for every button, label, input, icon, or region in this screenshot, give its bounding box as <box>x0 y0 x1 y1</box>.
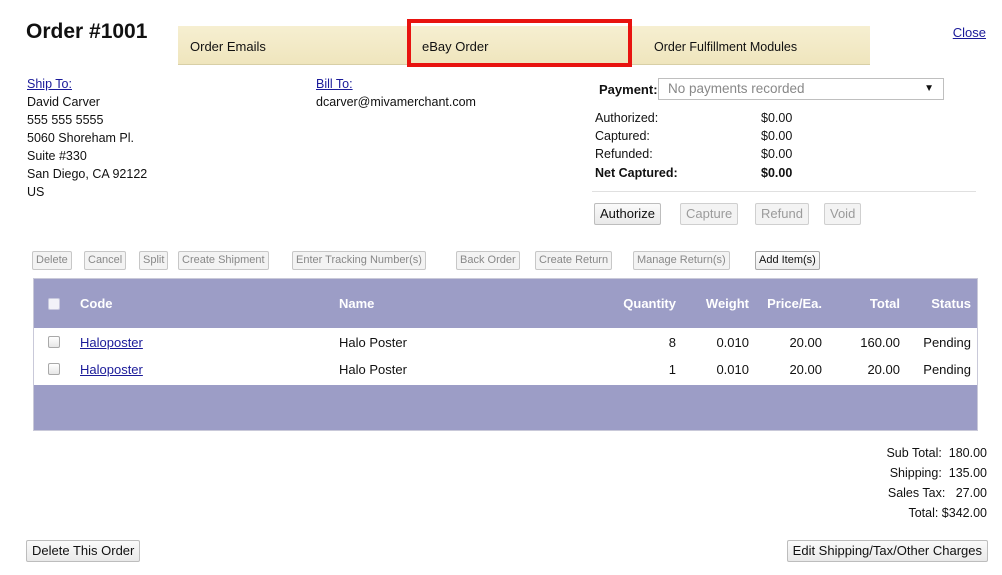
captured-label: Captured: <box>595 129 650 143</box>
header-name: Name <box>339 296 375 311</box>
net-captured-label: Net Captured: <box>595 166 678 180</box>
authorized-value: $0.00 <box>761 111 793 125</box>
item-name: Halo Poster <box>339 335 407 350</box>
header-status: Status <box>931 296 971 311</box>
net-captured-value: $0.00 <box>761 166 793 180</box>
ship-to-address2: Suite #330 <box>27 149 87 163</box>
item-total: 20.00 <box>867 362 900 377</box>
refunded-value: $0.00 <box>761 147 793 161</box>
payment-select-value: No payments recorded <box>668 81 805 96</box>
delete-order-button[interactable]: Delete This Order <box>26 540 141 562</box>
create-shipment-button[interactable]: Create Shipment <box>178 251 269 270</box>
enter-tracking-button[interactable]: Enter Tracking Number(s) <box>292 251 426 270</box>
item-price: 20.00 <box>789 362 822 377</box>
split-button[interactable]: Split <box>139 251 169 270</box>
header-total: Total <box>869 296 900 311</box>
add-items-button[interactable]: Add Item(s) <box>755 251 820 270</box>
authorized-label: Authorized: <box>595 111 659 125</box>
tab-order-fulfillment-modules[interactable]: Order Fulfillment Modules <box>654 26 797 64</box>
header-code: Code <box>80 296 113 311</box>
void-button[interactable]: Void <box>824 203 862 225</box>
dropdown-arrow-icon: ▼ <box>924 83 934 94</box>
order-items-table: Code Name Quantity Weight Price/Ea. Tota… <box>33 278 978 431</box>
item-code-link[interactable]: Haloposter <box>80 357 143 382</box>
back-order-button[interactable]: Back Order <box>456 251 520 270</box>
authorize-button[interactable]: Authorize <box>594 203 661 225</box>
payment-select[interactable]: No payments recorded ▼ <box>658 78 944 100</box>
item-quantity: 1 <box>668 362 676 377</box>
subtotal: Sub Total: 180.00 <box>886 446 987 460</box>
delete-item-button[interactable]: Delete <box>32 251 72 270</box>
order-title: Order #1001 <box>26 20 148 43</box>
select-all-checkbox[interactable] <box>48 298 60 310</box>
captured-value: $0.00 <box>761 129 793 143</box>
create-return-button[interactable]: Create Return <box>535 251 613 270</box>
item-status: Pending <box>923 362 971 377</box>
bill-to-email: dcarver@mivamerchant.com <box>316 95 476 109</box>
item-name: Halo Poster <box>339 362 407 377</box>
header-price: Price/Ea. <box>767 296 822 311</box>
table-footer <box>34 385 977 430</box>
refund-button[interactable]: Refund <box>755 203 809 225</box>
item-quantity: 8 <box>668 335 676 350</box>
shipping-total: Shipping: 135.00 <box>889 466 987 480</box>
ship-to-phone: 555 555 5555 <box>27 113 104 127</box>
table-row: Haloposter Halo Poster 1 0.010 20.00 20.… <box>34 357 977 382</box>
row-checkbox[interactable] <box>48 363 60 375</box>
ship-to-block: Ship To: David Carver 555 555 5555 5060 … <box>27 75 147 201</box>
item-total: 160.00 <box>860 335 900 350</box>
header-quantity: Quantity <box>623 296 676 311</box>
payment-label: Payment: <box>599 82 658 97</box>
row-checkbox[interactable] <box>48 336 60 348</box>
item-status: Pending <box>923 335 971 350</box>
item-code-link[interactable]: Haloposter <box>80 330 143 355</box>
header-weight: Weight <box>705 296 749 311</box>
ship-to-link[interactable]: Ship To: <box>27 77 72 91</box>
ship-to-name: David Carver <box>27 95 100 109</box>
ship-to-country: US <box>27 185 45 199</box>
item-weight: 0.010 <box>716 335 749 350</box>
capture-button[interactable]: Capture <box>680 203 739 225</box>
payment-divider <box>592 191 976 192</box>
ship-to-address1: 5060 Shoreham Pl. <box>27 131 135 145</box>
item-weight: 0.010 <box>716 362 749 377</box>
close-link[interactable]: Close <box>953 25 986 40</box>
bill-to-link[interactable]: Bill To: <box>316 77 353 91</box>
sales-tax: Sales Tax: 27.00 <box>887 486 987 500</box>
edit-charges-button[interactable]: Edit Shipping/Tax/Other Charges <box>786 540 988 562</box>
table-row: Haloposter Halo Poster 8 0.010 20.00 160… <box>34 330 977 355</box>
table-header: Code Name Quantity Weight Price/Ea. Tota… <box>34 279 977 328</box>
item-price: 20.00 <box>789 335 822 350</box>
ship-to-city: San Diego, CA 92122 <box>27 167 148 181</box>
ebay-tab-highlight-box <box>407 19 632 67</box>
cancel-item-button[interactable]: Cancel <box>84 251 127 270</box>
manage-returns-button[interactable]: Manage Return(s) <box>633 251 730 270</box>
grand-total: Total: $342.00 <box>908 506 987 520</box>
refunded-label: Refunded: <box>595 147 653 161</box>
bill-to-block: Bill To: dcarver@mivamerchant.com <box>316 75 476 111</box>
tab-order-emails[interactable]: Order Emails <box>190 26 266 64</box>
